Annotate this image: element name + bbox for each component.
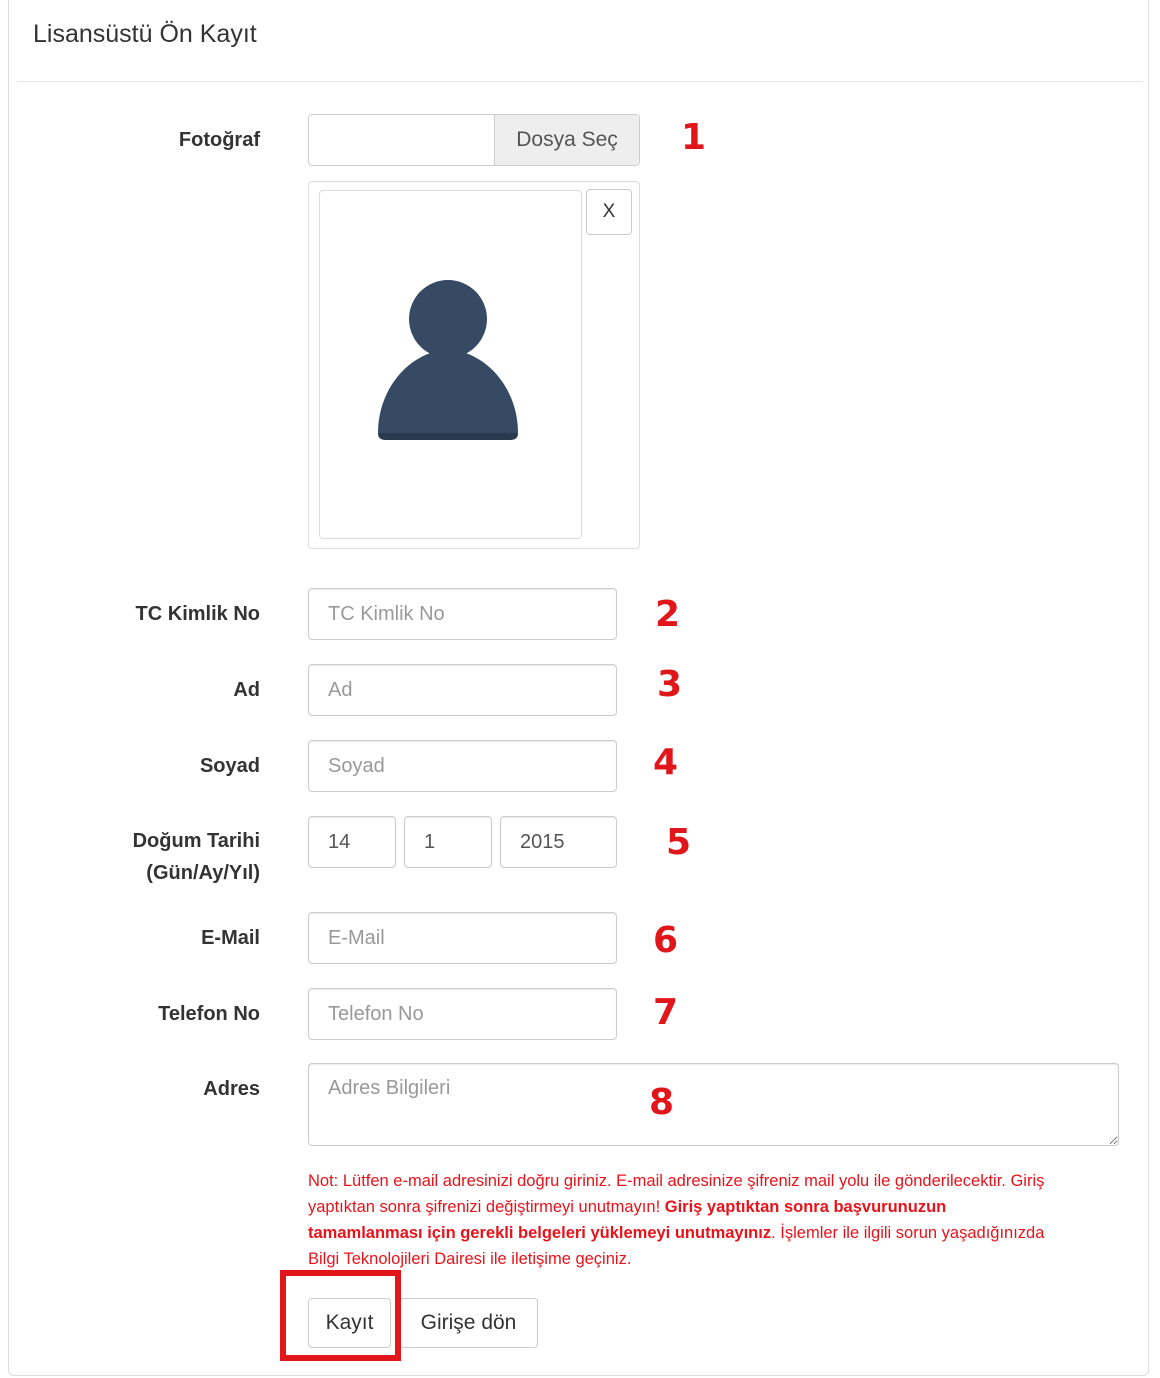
- photo-preview: X: [308, 181, 640, 549]
- phone-label: Telefon No: [158, 1003, 260, 1025]
- choose-file-button[interactable]: Dosya Seç: [494, 115, 639, 165]
- birthdate-label-line2: (Gün/Ay/Yıl): [146, 862, 260, 884]
- highlight-annotation-box: [280, 1270, 401, 1361]
- annotation-1: 1: [681, 117, 707, 158]
- annotation-4: 4: [653, 742, 679, 783]
- photo-file-input[interactable]: Dosya Seç: [308, 114, 640, 166]
- birthdate-label: Doğum Tarihi (Gün/Ay/Yıl): [133, 825, 260, 889]
- birthdate-label-line1: Doğum Tarihi: [132, 830, 260, 852]
- back-to-login-button[interactable]: Girişe dön: [399, 1298, 538, 1348]
- photo-placeholder: [319, 190, 582, 539]
- page-title: Lisansüstü Ön Kayıt: [33, 20, 257, 48]
- birth-year-input[interactable]: [500, 816, 617, 868]
- annotation-2: 2: [655, 594, 681, 635]
- soyad-label: Soyad: [199, 755, 260, 777]
- annotation-7: 7: [653, 992, 679, 1033]
- birth-day-input[interactable]: [308, 816, 396, 868]
- address-label: Adres: [203, 1078, 260, 1100]
- phone-input[interactable]: [308, 988, 617, 1040]
- annotation-5: 5: [666, 822, 692, 863]
- info-note: Not: Lütfen e-mail adresinizi doğru giri…: [308, 1168, 1048, 1272]
- annotation-6: 6: [653, 920, 679, 961]
- address-textarea[interactable]: [308, 1063, 1119, 1146]
- soyad-input[interactable]: [308, 740, 617, 792]
- tc-input[interactable]: [308, 588, 617, 640]
- tc-label: TC Kimlik No: [135, 603, 260, 625]
- title-divider: [18, 81, 1142, 82]
- annotation-8: 8: [649, 1082, 675, 1123]
- annotation-3: 3: [657, 664, 683, 705]
- remove-photo-button[interactable]: X: [586, 189, 632, 235]
- email-input[interactable]: [308, 912, 617, 964]
- birth-month-input[interactable]: [404, 816, 492, 868]
- user-avatar-icon: [378, 280, 518, 440]
- ad-label: Ad: [233, 679, 260, 701]
- photo-label: Fotoğraf: [178, 129, 260, 151]
- email-label: E-Mail: [201, 927, 260, 949]
- ad-input[interactable]: [308, 664, 617, 716]
